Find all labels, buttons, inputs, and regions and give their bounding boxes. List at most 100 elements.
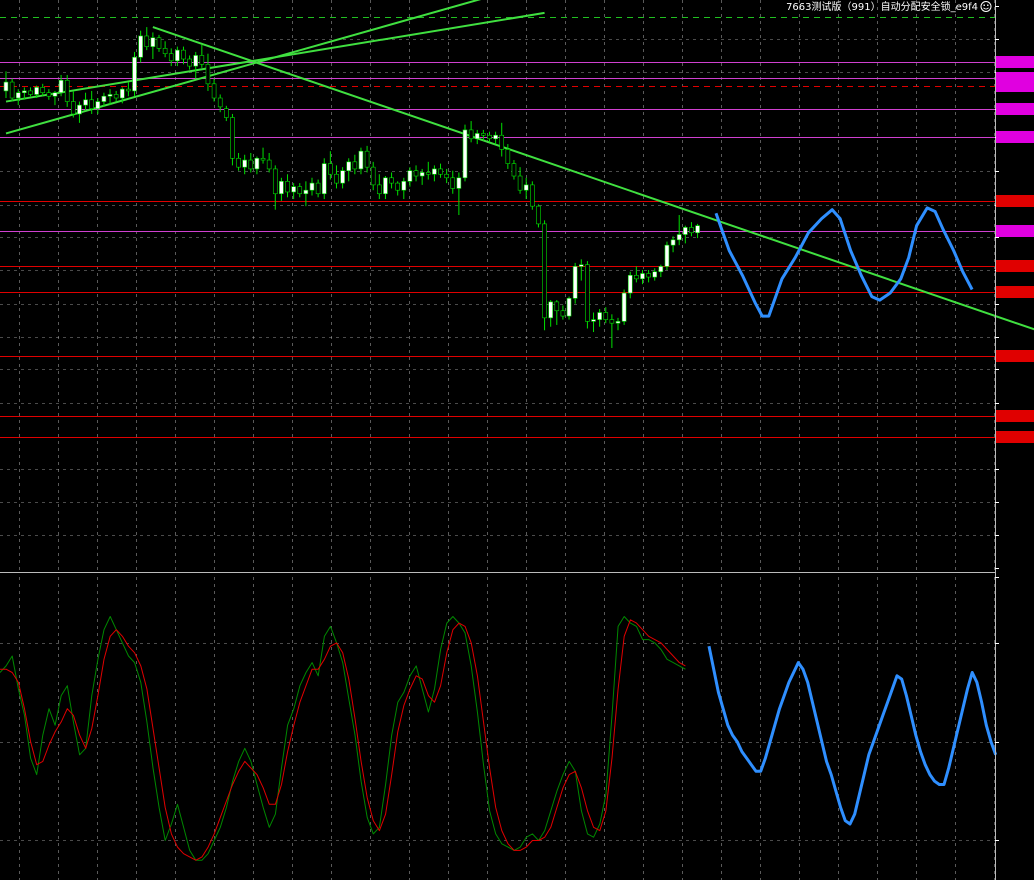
candle-body [272,168,278,195]
candle-body [664,244,670,267]
candle-body [175,49,180,62]
price-tag-bg [996,131,1034,143]
candle-body [640,273,645,280]
candle-body [474,133,480,140]
price-tag-bg [996,225,1034,237]
candle-body [383,177,388,195]
candle-body [358,150,364,170]
price-tag-bg [996,56,1034,68]
candle-body [676,234,682,241]
candle-body [309,182,315,191]
candle-body [481,133,486,136]
candle-body [77,104,82,115]
candle-body [548,301,553,319]
candle-body [395,182,400,191]
candle-body [71,101,76,115]
candle-body [193,55,199,67]
candle-body [689,227,694,234]
candle-body [634,274,639,280]
candle-body [536,205,541,225]
candle-body [621,292,627,322]
candle-body [144,35,150,47]
candle-body [9,81,15,99]
price-tag-bg [996,80,1034,92]
candle-body [438,168,443,175]
price-tag-bg [996,260,1034,272]
candle-body [505,149,511,164]
price-tag-bg [996,431,1034,443]
candle-body [217,97,223,108]
candle-body [566,298,572,317]
candle-body [28,90,33,95]
candle-body [627,274,633,294]
candle-body [407,170,413,182]
candle-body [517,175,523,191]
candle-body [260,157,266,161]
price-tag-bg [996,410,1034,422]
candle-body [321,163,327,195]
candle-body [64,79,70,102]
candle-body [340,170,345,184]
candle-body [181,49,186,60]
candle-body [58,79,64,93]
candle-body [138,35,143,58]
candle-body [285,181,290,193]
candle-body [511,163,517,177]
candle-body [156,37,162,49]
candle-body [591,319,596,322]
candle-body [542,223,547,319]
candle-body [456,177,462,189]
candle-body [377,184,382,195]
candle-body [242,159,247,168]
candle-body [266,159,272,170]
window-title-group: 7663测试版（991）自动分配安全锁_e9f4 [786,0,992,13]
candle-body [523,184,529,191]
candle-body [615,321,621,324]
candle-body [652,271,658,278]
candle-body [419,172,425,177]
price-tag-bg [996,286,1034,298]
candle-body [670,239,676,246]
candle-body [352,161,358,170]
candle-body [578,264,584,267]
candle-body [695,225,700,234]
candle-body [211,83,217,99]
candle-body [444,173,449,179]
candle-body [132,56,137,92]
candle-body [34,87,39,95]
candle-body [248,159,254,170]
chart-canvas: 7663测试版（991）自动分配安全锁_e9f4 [0,0,1034,880]
candle-body [224,108,229,118]
candle-body [450,177,456,189]
candle-body [126,88,131,92]
candle-body [291,186,296,193]
price-tag-bg [996,350,1034,362]
candle-body [468,129,474,140]
candle-body [334,173,339,184]
candle-body [83,99,88,106]
candle-body [425,172,431,175]
candle-body [297,186,303,195]
candle-body [119,88,125,99]
candle-body [187,58,192,67]
candle-body [236,157,241,168]
candle-body [462,129,468,179]
window-title: 7663测试版（991）自动分配安全锁_e9f4 [786,0,978,13]
candle-body [150,37,156,47]
candle-body [401,181,407,191]
candle-body [364,150,370,168]
candle-body [603,312,609,320]
candle-body [658,266,664,273]
candle-body [254,157,260,170]
candle-body [646,273,651,278]
candle-body [230,117,235,159]
candle-body [113,94,119,99]
candle-body [205,64,211,85]
candle-body [89,99,94,109]
candle-body [168,53,174,62]
candle-body [683,227,688,235]
candle-body [499,134,505,150]
candle-body [3,81,9,92]
candle-body [432,168,437,175]
candle-body [162,48,168,54]
